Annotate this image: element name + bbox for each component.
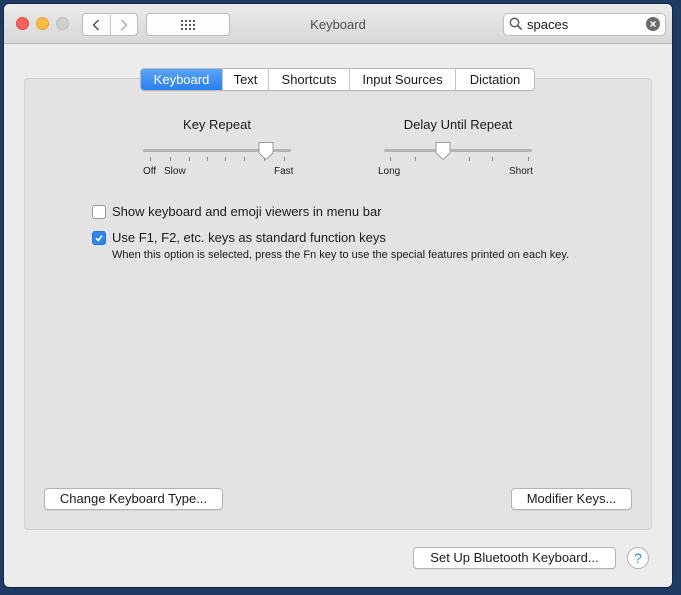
- help-button[interactable]: ?: [627, 547, 649, 569]
- key-repeat-tick: [284, 157, 285, 161]
- key-repeat-tick: [150, 157, 151, 161]
- key-repeat-tick: [170, 157, 171, 161]
- key-repeat-off-label: Off: [143, 166, 157, 177]
- delay-track[interactable]: [384, 149, 532, 152]
- close-icon: [650, 21, 656, 27]
- delay-tick: [415, 157, 416, 161]
- key-repeat-fast-label: Fast: [274, 166, 294, 177]
- tab-shortcuts[interactable]: Shortcuts: [268, 69, 349, 90]
- search-input[interactable]: [527, 15, 637, 33]
- tab-dictation[interactable]: Dictation: [455, 69, 534, 90]
- help-icon: ?: [634, 550, 642, 566]
- preference-tabs: Keyboard Text Shortcuts Input Sources Di…: [140, 68, 535, 91]
- delay-tick: [390, 157, 391, 161]
- key-repeat-slider-thumb[interactable]: [257, 141, 275, 161]
- delay-slider-thumb[interactable]: [434, 141, 452, 161]
- key-repeat-label: Key Repeat: [183, 117, 251, 132]
- show-viewers-option[interactable]: Show keyboard and emoji viewers in menu …: [92, 204, 382, 219]
- key-repeat-tick: [225, 157, 226, 161]
- tab-keyboard[interactable]: Keyboard: [141, 69, 222, 90]
- delay-short-label: Short: [509, 166, 533, 177]
- key-repeat-tick: [244, 157, 245, 161]
- fn-keys-option[interactable]: Use F1, F2, etc. keys as standard functi…: [92, 230, 386, 245]
- tab-text[interactable]: Text: [222, 69, 268, 90]
- search-field[interactable]: [503, 13, 666, 36]
- delay-tick: [492, 157, 493, 161]
- key-repeat-slow-label: Slow: [164, 166, 186, 177]
- fn-keys-hint: When this option is selected, press the …: [112, 249, 570, 261]
- tab-input-sources[interactable]: Input Sources: [349, 69, 455, 90]
- keyboard-preferences-window: Keyboard Keyboard Text Shortcuts Input S…: [4, 4, 672, 587]
- search-icon: [509, 17, 523, 31]
- delay-tick: [469, 157, 470, 161]
- fn-keys-label: Use F1, F2, etc. keys as standard functi…: [112, 230, 386, 245]
- keyboard-settings-panel: [24, 78, 652, 530]
- delay-tick: [528, 157, 529, 161]
- checkmark-icon: [95, 234, 103, 242]
- set-up-bluetooth-keyboard-button[interactable]: Set Up Bluetooth Keyboard...: [413, 547, 616, 569]
- show-viewers-checkbox[interactable]: [92, 204, 106, 219]
- delay-long-label: Long: [378, 166, 401, 177]
- clear-search-button[interactable]: [646, 17, 660, 31]
- show-viewers-label: Show keyboard and emoji viewers in menu …: [112, 204, 382, 219]
- fn-keys-checkbox[interactable]: [92, 230, 106, 245]
- modifier-keys-button[interactable]: Modifier Keys...: [511, 488, 632, 510]
- delay-until-repeat-label: Delay Until Repeat: [403, 117, 513, 132]
- key-repeat-tick: [207, 157, 208, 161]
- title-bar: Keyboard: [4, 4, 672, 44]
- key-repeat-tick: [189, 157, 190, 161]
- change-keyboard-type-button[interactable]: Change Keyboard Type...: [44, 488, 223, 510]
